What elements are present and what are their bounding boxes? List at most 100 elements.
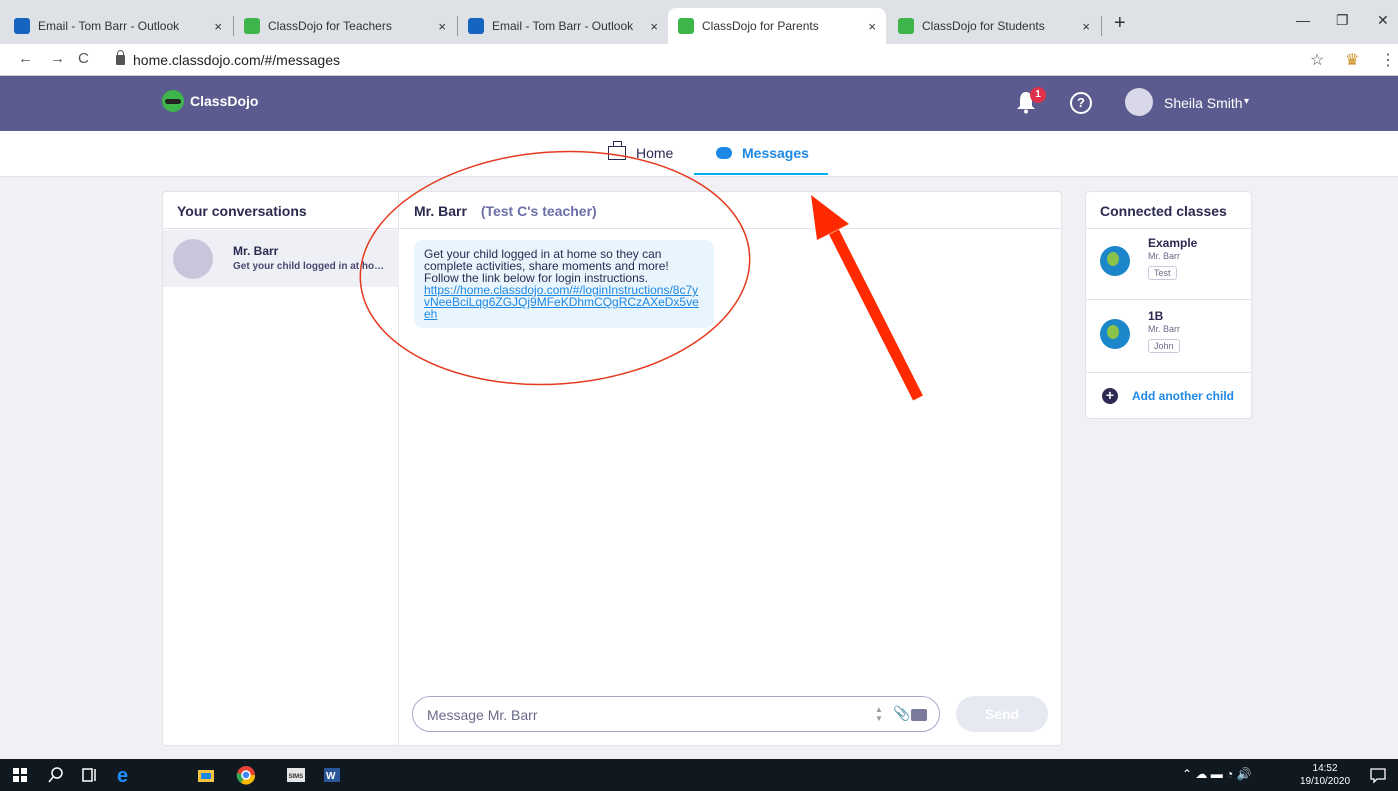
extension-crown-icon[interactable]: ♛	[1345, 50, 1359, 70]
class-teacher: Mr. Barr	[1148, 324, 1181, 334]
globe-icon	[1100, 246, 1130, 276]
connected-classes-panel: Connected classes Example Mr. Barr Test …	[1085, 191, 1252, 419]
section-nav: Home Messages	[0, 131, 1398, 177]
minimize-button[interactable]: —	[1296, 12, 1310, 28]
send-button[interactable]: Send	[956, 696, 1048, 732]
message-bubble: Get your child logged in at home so they…	[414, 240, 714, 328]
clock-date: 19/10/2020	[1300, 776, 1351, 787]
svg-text:e: e	[117, 765, 128, 785]
class-name: Example	[1148, 236, 1198, 250]
conversations-heading: Your conversations	[163, 192, 398, 229]
message-input[interactable]	[427, 705, 847, 725]
child-tag: Test	[1148, 266, 1177, 280]
new-tab-button[interactable]: +	[1114, 12, 1126, 35]
classdojo-logo[interactable]: ClassDojo	[162, 90, 258, 112]
browser-tab-classdojo-parents[interactable]: ClassDojo for Parents ×	[668, 8, 886, 44]
class-item[interactable]: Example Mr. Barr Test	[1086, 228, 1251, 300]
outlook-icon	[14, 18, 30, 34]
classdojo-icon	[898, 18, 914, 34]
forward-button[interactable]: →	[50, 50, 65, 67]
search-icon[interactable]	[46, 765, 66, 785]
window-close-button[interactable]: ✕	[1377, 12, 1389, 29]
avatar	[173, 239, 213, 279]
address-bar: ← → C home.classdojo.com/#/messages ☆ ♛ …	[0, 44, 1398, 76]
globe-icon	[1100, 319, 1130, 349]
svg-text:W: W	[326, 771, 336, 782]
reload-button[interactable]: C	[78, 50, 89, 67]
tab-close-icon[interactable]: ×	[1082, 19, 1090, 34]
class-item[interactable]: 1B Mr. Barr John	[1086, 301, 1251, 373]
active-tab-indicator	[694, 173, 828, 175]
tab-close-icon[interactable]: ×	[214, 19, 222, 34]
edge-browser-icon[interactable]: e	[114, 765, 134, 785]
url-field[interactable]: home.classdojo.com/#/messages	[104, 48, 1284, 72]
browser-menu-icon[interactable]: ⋮	[1380, 50, 1396, 70]
conversation-name: Mr. Barr	[233, 244, 279, 258]
word-app-icon[interactable]: W	[322, 765, 342, 785]
brand-name: ClassDojo	[190, 93, 259, 109]
classdojo-logo-icon	[162, 90, 184, 112]
url-text: home.classdojo.com/#/messages	[133, 52, 340, 68]
tab-title: ClassDojo for Parents	[702, 19, 819, 33]
conversation-preview: Get your child logged in at home so they…	[233, 261, 393, 272]
thread-recipient-name: Mr. Barr	[414, 203, 467, 219]
image-icon[interactable]	[911, 709, 927, 721]
attachment-icon[interactable]: 📎	[893, 705, 910, 722]
outlook-icon	[468, 18, 484, 34]
system-tray-icons[interactable]: ⌃ ☁ ▬ ◔ 🔊	[1182, 767, 1252, 781]
tab-messages-label: Messages	[742, 145, 809, 161]
browser-tab-classdojo-teachers[interactable]: ClassDojo for Teachers ×	[234, 8, 456, 44]
add-child-label: Add another child	[1132, 389, 1234, 403]
chevron-down-icon[interactable]: ▾	[1244, 96, 1249, 107]
plus-icon: +	[1102, 388, 1118, 404]
maximize-button[interactable]: ❐	[1336, 12, 1349, 29]
thread-recipient-role: (Test C's teacher)	[480, 203, 597, 219]
classdojo-icon	[678, 18, 694, 34]
browser-tab-outlook-1[interactable]: Email - Tom Barr - Outlook ×	[4, 8, 232, 44]
windows-taskbar: e SIMS W ⌃ ☁ ▬ ◔ 🔊 14:52 19/10/2020	[0, 759, 1398, 791]
login-instructions-link[interactable]: https://home.classdojo.com/#/loginInstru…	[424, 284, 704, 320]
browser-tab-bar: Email - Tom Barr - Outlook × ClassDojo f…	[0, 0, 1398, 44]
tab-home-label: Home	[636, 145, 674, 161]
tab-close-icon[interactable]: ×	[868, 19, 876, 34]
file-explorer-icon[interactable]	[196, 765, 216, 785]
chrome-browser-icon[interactable]	[236, 765, 256, 785]
browser-tab-outlook-2[interactable]: Email - Tom Barr - Outlook ×	[458, 8, 668, 44]
svg-text:SIMS: SIMS	[289, 774, 304, 780]
tab-home[interactable]: Home	[608, 141, 674, 161]
connected-classes-heading: Connected classes	[1086, 192, 1251, 229]
messages-panel: Your conversations Mr. Barr Get your chi…	[162, 191, 1062, 746]
bookmark-star-icon[interactable]: ☆	[1310, 50, 1324, 70]
back-button[interactable]: ←	[18, 50, 33, 67]
browser-tab-classdojo-students[interactable]: ClassDojo for Students ×	[888, 8, 1100, 44]
add-child-button[interactable]: + Add another child	[1102, 388, 1234, 404]
user-avatar[interactable]	[1125, 88, 1153, 116]
conversation-item[interactable]: Mr. Barr Get your child logged in at hom…	[163, 230, 399, 287]
notification-badge: 1	[1030, 87, 1046, 103]
windows-start-icon[interactable]	[10, 765, 30, 785]
message-thread: Mr. Barr (Test C's teacher) Get your chi…	[400, 192, 1062, 745]
tab-title: Email - Tom Barr - Outlook	[38, 19, 180, 33]
sims-app-icon[interactable]: SIMS	[286, 765, 306, 785]
tab-title: Email - Tom Barr - Outlook	[492, 19, 634, 33]
message-text: Get your child logged in at home so they…	[424, 247, 669, 285]
home-icon	[608, 141, 626, 160]
tab-messages[interactable]: Messages	[716, 145, 809, 161]
help-icon[interactable]: ?	[1070, 92, 1092, 114]
tab-divider	[1101, 16, 1102, 36]
scroll-stepper-icon[interactable]: ▲ ▼	[875, 705, 883, 723]
task-view-icon[interactable]	[80, 765, 100, 785]
chat-bubbles-icon	[716, 147, 732, 159]
tab-close-icon[interactable]: ×	[438, 19, 446, 34]
notifications-icon[interactable]	[1368, 765, 1388, 785]
system-clock[interactable]: 14:52 19/10/2020	[1300, 762, 1350, 788]
conversation-list: Your conversations Mr. Barr Get your chi…	[163, 192, 399, 745]
user-name[interactable]: Sheila Smith	[1164, 95, 1243, 111]
clock-time: 14:52	[1312, 763, 1338, 774]
child-tag: John	[1148, 339, 1180, 353]
class-teacher: Mr. Barr	[1148, 251, 1181, 261]
tab-close-icon[interactable]: ×	[650, 19, 658, 34]
tab-title: ClassDojo for Students	[922, 19, 1045, 33]
thread-header: Mr. Barr (Test C's teacher)	[400, 192, 1062, 229]
message-composer: ▲▼ 📎	[412, 696, 940, 732]
